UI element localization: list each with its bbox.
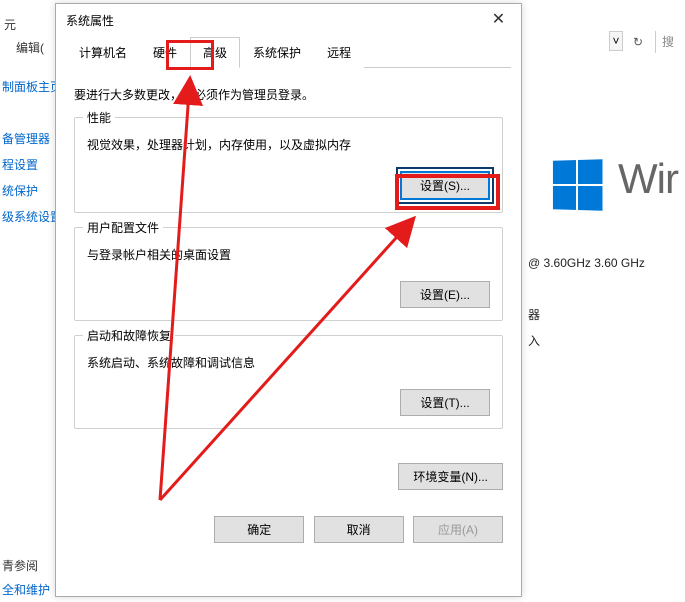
- tab-system-protection[interactable]: 系统保护: [240, 37, 314, 68]
- bg-text: 入: [528, 332, 540, 349]
- security-maintenance-link[interactable]: 全和维护: [0, 577, 52, 602]
- tab-strip: 计算机名 硬件 高级 系统保护 远程: [66, 36, 511, 68]
- dialog-title: 系统属性: [66, 12, 114, 29]
- address-dropdown-icon[interactable]: ˅: [609, 31, 623, 51]
- tab-hardware[interactable]: 硬件: [140, 37, 190, 68]
- windows-brand-text: Wir: [618, 155, 678, 203]
- system-protection-link[interactable]: 统保护: [0, 178, 40, 203]
- performance-group: 性能 视觉效果，处理器计划，内存使用，以及虚拟内存 设置(S)...: [74, 117, 503, 213]
- search-input[interactable]: 搜: [655, 31, 685, 53]
- user-profile-group: 用户配置文件 与登录帐户相关的桌面设置 设置(E)...: [74, 227, 503, 321]
- bg-text: 器: [528, 306, 540, 323]
- user-profile-group-title: 用户配置文件: [83, 219, 163, 236]
- tab-computer-name[interactable]: 计算机名: [66, 37, 140, 68]
- cpu-spec-text: @ 3.60GHz 3.60 GHz: [528, 256, 645, 270]
- performance-settings-button[interactable]: 设置(S)...: [400, 171, 490, 200]
- dialog-footer: 确定 取消 应用(A): [56, 506, 521, 553]
- close-icon: ✕: [492, 11, 505, 28]
- tab-remote[interactable]: 远程: [314, 37, 364, 68]
- tab-advanced[interactable]: 高级: [190, 37, 240, 68]
- ok-button[interactable]: 确定: [214, 516, 304, 543]
- device-manager-link[interactable]: 备管理器: [0, 126, 52, 151]
- environment-variables-button[interactable]: 环境变量(N)...: [398, 463, 503, 490]
- dialog-content: 要进行大多数更改，你必须作为管理员登录。 性能 视觉效果，处理器计划，内存使用，…: [56, 68, 521, 457]
- bg-text: 编辑(: [14, 35, 46, 60]
- apply-button[interactable]: 应用(A): [413, 516, 503, 543]
- close-button[interactable]: ✕: [476, 5, 521, 35]
- user-profile-settings-button[interactable]: 设置(E)...: [400, 281, 490, 308]
- background-left-sidebar: 元 编辑( 制面板主页 备管理器 程设置 统保护 级系统设置 青参阅 全和维护: [0, 0, 55, 599]
- performance-group-title: 性能: [83, 109, 115, 126]
- windows-logo-icon: [553, 159, 603, 210]
- startup-recovery-group-title: 启动和故障恢复: [83, 327, 175, 344]
- background-right-panel: ˅ ↻ 搜 Wir @ 3.60GHz 3.60 GHz 器 入: [522, 0, 685, 599]
- see-also-label: 青参阅: [0, 553, 40, 578]
- user-profile-group-desc: 与登录帐户相关的桌面设置: [87, 246, 490, 263]
- titlebar: 系统属性 ✕: [56, 4, 521, 36]
- bg-text: 元: [2, 12, 18, 37]
- env-var-row: 环境变量(N)...: [56, 457, 521, 506]
- admin-instruction-text: 要进行大多数更改，你必须作为管理员登录。: [74, 86, 503, 103]
- cancel-button[interactable]: 取消: [314, 516, 404, 543]
- remote-settings-link[interactable]: 程设置: [0, 152, 40, 177]
- startup-recovery-group: 启动和故障恢复 系统启动、系统故障和调试信息 设置(T)...: [74, 335, 503, 429]
- refresh-icon[interactable]: ↻: [627, 31, 649, 53]
- startup-recovery-settings-button[interactable]: 设置(T)...: [400, 389, 490, 416]
- startup-recovery-group-desc: 系统启动、系统故障和调试信息: [87, 354, 490, 371]
- system-properties-dialog: 系统属性 ✕ 计算机名 硬件 高级 系统保护 远程 要进行大多数更改，你必须作为…: [55, 3, 522, 597]
- performance-group-desc: 视觉效果，处理器计划，内存使用，以及虚拟内存: [87, 136, 490, 153]
